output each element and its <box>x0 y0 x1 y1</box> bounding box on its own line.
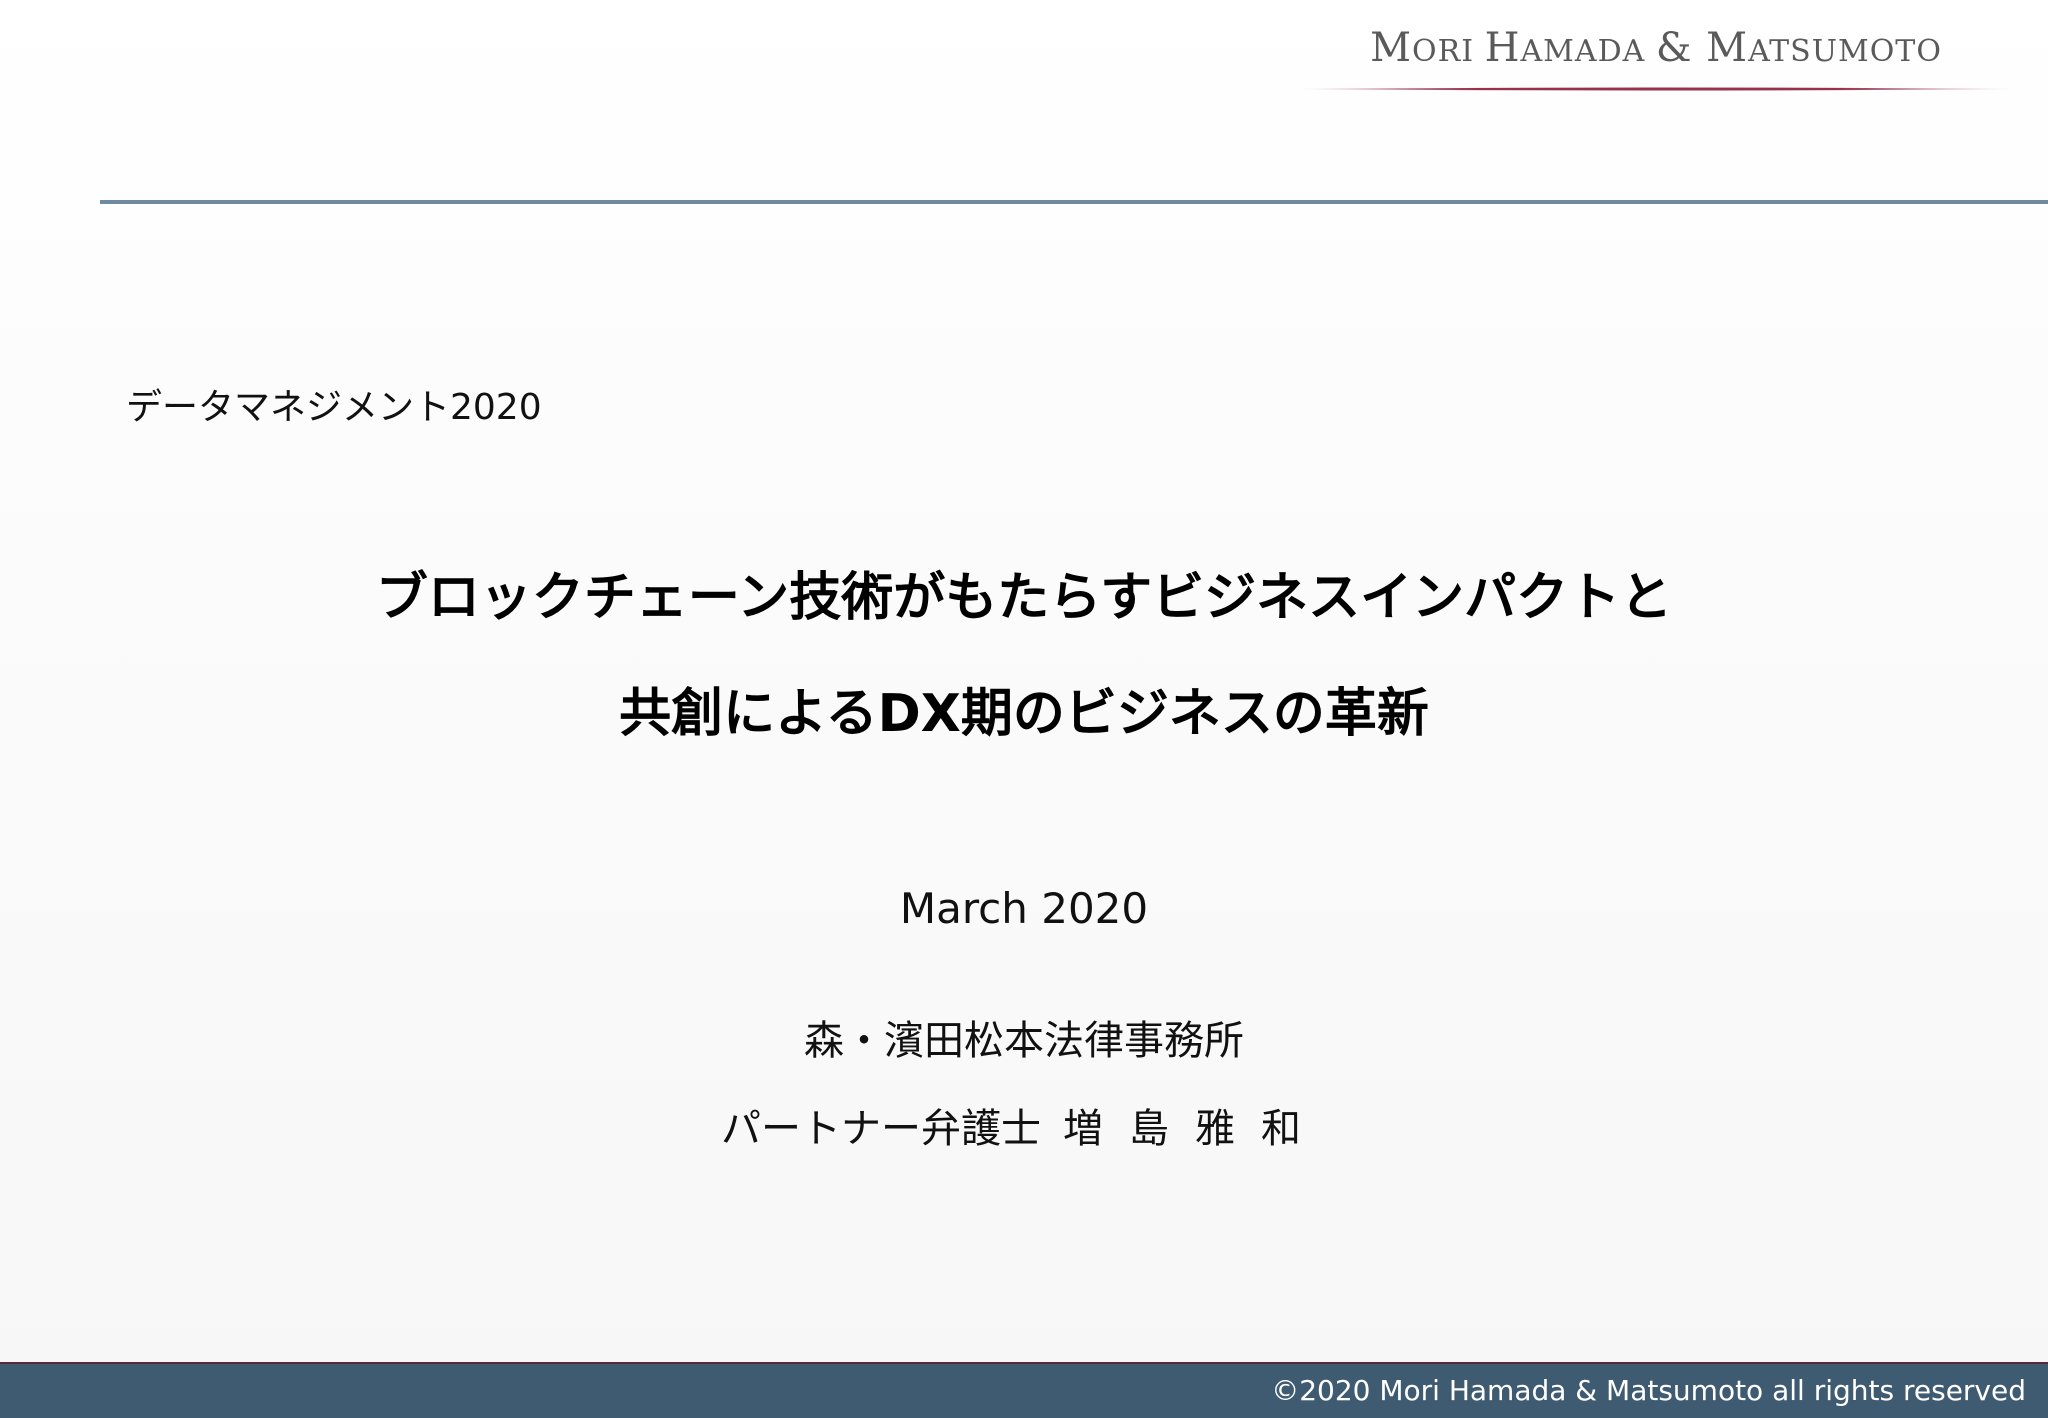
presenter-name: 増島雅和 <box>1063 1106 1327 1152</box>
presenter: パートナー弁護士 増島雅和 <box>0 1096 2048 1154</box>
header-rule <box>100 200 2048 204</box>
presentation-date: March 2020 <box>899 884 1149 933</box>
logo-underline <box>1296 87 2016 91</box>
copyright-text: ©2020 Mori Hamada & Matsumoto all rights… <box>1271 1374 2026 1407</box>
presentation-title: ブロックチェーン技術がもたらすビジネスインパクトと 共創によるDX期のビジネスの… <box>0 540 2048 772</box>
firm-name: 森・濱田松本法律事務所 <box>804 1018 1244 1064</box>
event-label: データマネジメント2020 <box>126 387 542 428</box>
presenter-role: パートナー弁護士 <box>721 1106 1041 1152</box>
footer-bar: ©2020 Mori Hamada & Matsumoto all rights… <box>0 1362 2048 1418</box>
slide: MORI HAMADA & MATSUMOTO データマネジメント2020 ブロ… <box>0 0 2048 1418</box>
firm-logo: MORI HAMADA & MATSUMOTO <box>1296 22 2016 94</box>
firm-logo-text: MORI HAMADA & MATSUMOTO <box>1370 25 1942 71</box>
title-line-1: ブロックチェーン技術がもたらすビジネスインパクトと <box>375 568 1673 628</box>
title-line-2: 共創によるDX期のビジネスの革新 <box>619 684 1429 744</box>
